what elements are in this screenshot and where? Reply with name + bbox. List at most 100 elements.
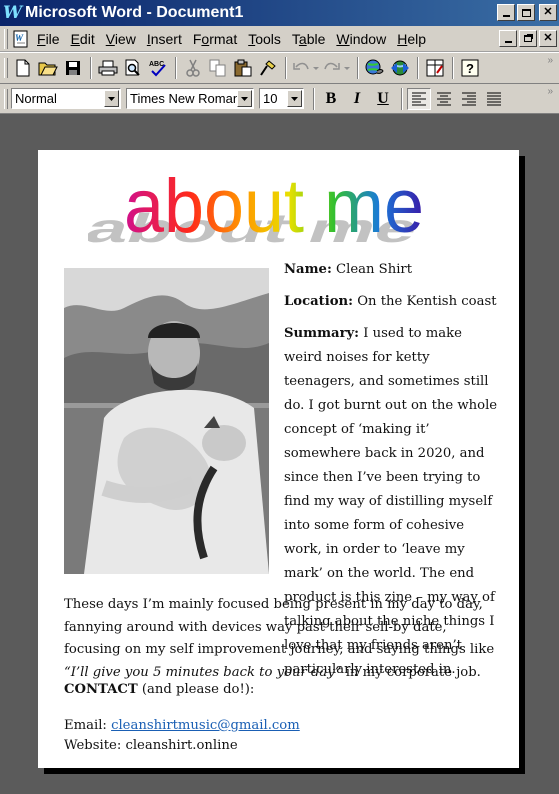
email-link[interactable]: cleanshirtmusic@gmail.com (111, 718, 300, 733)
toolbar-separator (175, 57, 177, 79)
font-size-select[interactable]: 10 (259, 88, 304, 109)
menu-view[interactable]: View (106, 31, 136, 47)
toolbar-grip[interactable] (4, 88, 8, 109)
align-right-button[interactable] (457, 88, 481, 110)
save-button[interactable] (61, 56, 85, 80)
hyperlink-icon (365, 59, 384, 75)
toolbar-grip[interactable] (4, 58, 8, 78)
redo-button[interactable] (322, 56, 352, 80)
justify-icon (487, 92, 501, 105)
spelling-icon: ABC (149, 61, 166, 77)
format-painter-icon (260, 60, 276, 76)
cut-button[interactable] (181, 56, 205, 80)
toolbar-separator (417, 57, 419, 79)
title-bar: W Microsoft Word - Document1 ✕ (0, 0, 559, 26)
justify-button[interactable] (482, 88, 506, 110)
copy-icon (209, 59, 226, 77)
wordart-title: about me about me (88, 166, 426, 246)
standard-toolbar: ABC ? » (0, 52, 559, 84)
para-quote: “I’ll give you 5 minutes back to your da… (64, 664, 342, 680)
contact-details: Email: cleanshirtmusic@gmail.com Website… (64, 716, 300, 756)
align-left-button[interactable] (407, 87, 431, 110)
svg-text:W: W (15, 33, 24, 43)
doc-minimize-button[interactable] (499, 30, 517, 47)
email-label: Email: (64, 718, 112, 733)
document-page[interactable]: about me about me Name: Clean Shirt Loca… (38, 150, 519, 768)
undo-icon (293, 62, 319, 70)
menubar-grip[interactable] (4, 28, 8, 49)
doc-restore-button[interactable] (519, 30, 537, 47)
undo-button[interactable] (291, 56, 321, 80)
svg-text:ABC: ABC (149, 61, 164, 68)
name-label: Name: (284, 262, 332, 277)
name-value: Clean Shirt (336, 262, 413, 277)
close-icon: ✕ (543, 6, 553, 18)
help-button[interactable]: ? (458, 56, 482, 80)
chevron-down-icon[interactable] (237, 90, 252, 107)
website-value: cleanshirt.online (125, 738, 238, 753)
contact-label: CONTACT (64, 682, 138, 697)
copy-button[interactable] (206, 56, 230, 80)
close-button[interactable]: ✕ (539, 4, 557, 21)
new-icon (16, 59, 30, 77)
open-button[interactable] (36, 56, 60, 80)
open-icon (38, 62, 58, 76)
style-value: Normal (15, 91, 57, 106)
menu-format[interactable]: Format (193, 31, 237, 47)
name-line: Name: Clean Shirt (284, 258, 504, 282)
print-preview-button[interactable] (121, 56, 145, 80)
print-preview-icon (125, 59, 140, 76)
menu-table[interactable]: Table (292, 31, 325, 47)
chevron-down-icon[interactable] (104, 90, 119, 107)
align-center-button[interactable] (432, 88, 456, 110)
minimize-button[interactable] (497, 4, 515, 21)
para-text-start: These days I’m mainly focused being pres… (64, 597, 495, 657)
menu-edit[interactable]: Edit (71, 31, 95, 47)
format-painter-button[interactable] (256, 56, 280, 80)
menu-tools[interactable]: Tools (248, 31, 281, 47)
window-controls: ✕ (497, 4, 557, 21)
align-right-icon (462, 92, 476, 105)
email-line: Email: cleanshirtmusic@gmail.com (64, 716, 300, 736)
spelling-button[interactable]: ABC (146, 56, 170, 80)
document-icon[interactable]: W (11, 30, 31, 48)
maximize-icon (521, 8, 531, 17)
menu-window[interactable]: Window (336, 31, 386, 47)
minimize-icon (502, 14, 510, 17)
svg-text:about me: about me (124, 166, 424, 246)
new-button[interactable] (11, 56, 35, 80)
toolbar-more-icon[interactable]: » (547, 55, 553, 66)
font-size-value: 10 (263, 91, 278, 106)
minimize-icon (504, 40, 512, 43)
tables-borders-button[interactable] (423, 56, 447, 80)
chevron-down-icon[interactable] (287, 90, 302, 107)
hyperlink-button[interactable] (363, 56, 387, 80)
toolbar-more-icon[interactable]: » (547, 86, 553, 97)
toolbar-separator (401, 87, 403, 110)
style-select[interactable]: Normal (11, 88, 121, 109)
doc-close-button[interactable]: ✕ (539, 30, 557, 47)
word-logo-icon: W (3, 3, 23, 23)
help-icon: ? (461, 59, 479, 77)
website-label: Website: (64, 738, 126, 753)
location-value: On the Kentish coast (357, 294, 497, 309)
maximize-button[interactable] (517, 4, 535, 21)
bold-button[interactable]: B (319, 88, 343, 110)
menu-insert[interactable]: Insert (147, 31, 182, 47)
menu-file[interactable]: File (37, 31, 60, 47)
align-center-icon (437, 92, 451, 105)
redo-icon (324, 62, 350, 70)
underline-button[interactable]: U (371, 88, 395, 110)
font-select[interactable]: Times New Roman (126, 88, 254, 109)
document-controls: ✕ (499, 30, 557, 47)
menu-help[interactable]: Help (397, 31, 426, 47)
website-line: Website: cleanshirt.online (64, 736, 300, 756)
toolbar-separator (313, 87, 315, 110)
profile-photo (64, 268, 269, 574)
web-icon (391, 60, 409, 76)
italic-button[interactable]: I (345, 88, 369, 110)
font-value: Times New Roman (130, 91, 237, 106)
paste-button[interactable] (231, 56, 255, 80)
print-button[interactable] (96, 56, 120, 80)
web-toolbar-button[interactable] (388, 56, 412, 80)
